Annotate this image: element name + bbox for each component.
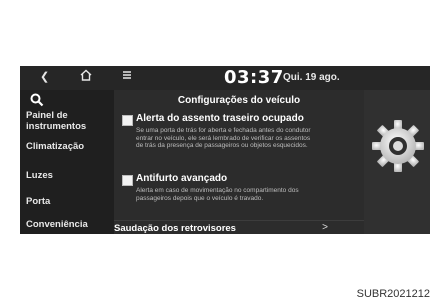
right-illustration-area bbox=[364, 90, 430, 234]
status-bar: ❮ 03:37 Qui. 19 ago. bbox=[20, 66, 430, 90]
settings-gear-icon bbox=[370, 118, 426, 174]
menu-icon[interactable] bbox=[122, 69, 132, 85]
advanced-antitheft-description: Alerta em caso de movimentação no compar… bbox=[136, 187, 299, 202]
rear-seat-alert-description: Se uma porta de trás for aberta e fechad… bbox=[136, 127, 311, 149]
back-arrow-icon[interactable]: ❮ bbox=[40, 69, 49, 85]
sidebar-item-porta[interactable]: Porta bbox=[26, 196, 114, 207]
settings-panel: Configurações do veículo Alerta do assen… bbox=[114, 90, 364, 234]
sidebar-item-conveniencia[interactable]: Conveniência bbox=[26, 219, 114, 230]
advanced-antitheft-label[interactable]: Antifurto avançado bbox=[136, 173, 227, 184]
sidebar-item-painel-de-instrumentos[interactable]: Painel de instrumentos bbox=[26, 110, 114, 132]
figure-code: SUBR2021212 bbox=[356, 288, 430, 300]
rear-seat-alert-label[interactable]: Alerta do assento traseiro ocupado bbox=[136, 113, 304, 124]
advanced-antitheft-checkbox[interactable] bbox=[122, 175, 133, 186]
clock: 03:37 bbox=[224, 67, 284, 88]
mirror-greeting-row[interactable]: Saudação dos retrovisores > bbox=[114, 220, 364, 234]
sidebar: Painel de instrumentos Climatização Luze… bbox=[20, 90, 114, 234]
date-display: Qui. 19 ago. bbox=[283, 72, 340, 83]
chevron-right-icon: > bbox=[322, 222, 328, 233]
infotainment-screen: ❮ 03:37 Qui. 19 ago. Painel de instrumen… bbox=[20, 66, 430, 234]
sidebar-item-climatizacao[interactable]: Climatização bbox=[26, 141, 114, 152]
sidebar-item-luzes[interactable]: Luzes bbox=[26, 170, 114, 181]
home-icon[interactable] bbox=[80, 69, 92, 86]
panel-title: Configurações do veículo bbox=[177, 95, 301, 106]
rear-seat-alert-checkbox[interactable] bbox=[122, 115, 133, 126]
search-icon[interactable] bbox=[30, 93, 46, 109]
mirror-greeting-label: Saudação dos retrovisores bbox=[114, 223, 236, 234]
